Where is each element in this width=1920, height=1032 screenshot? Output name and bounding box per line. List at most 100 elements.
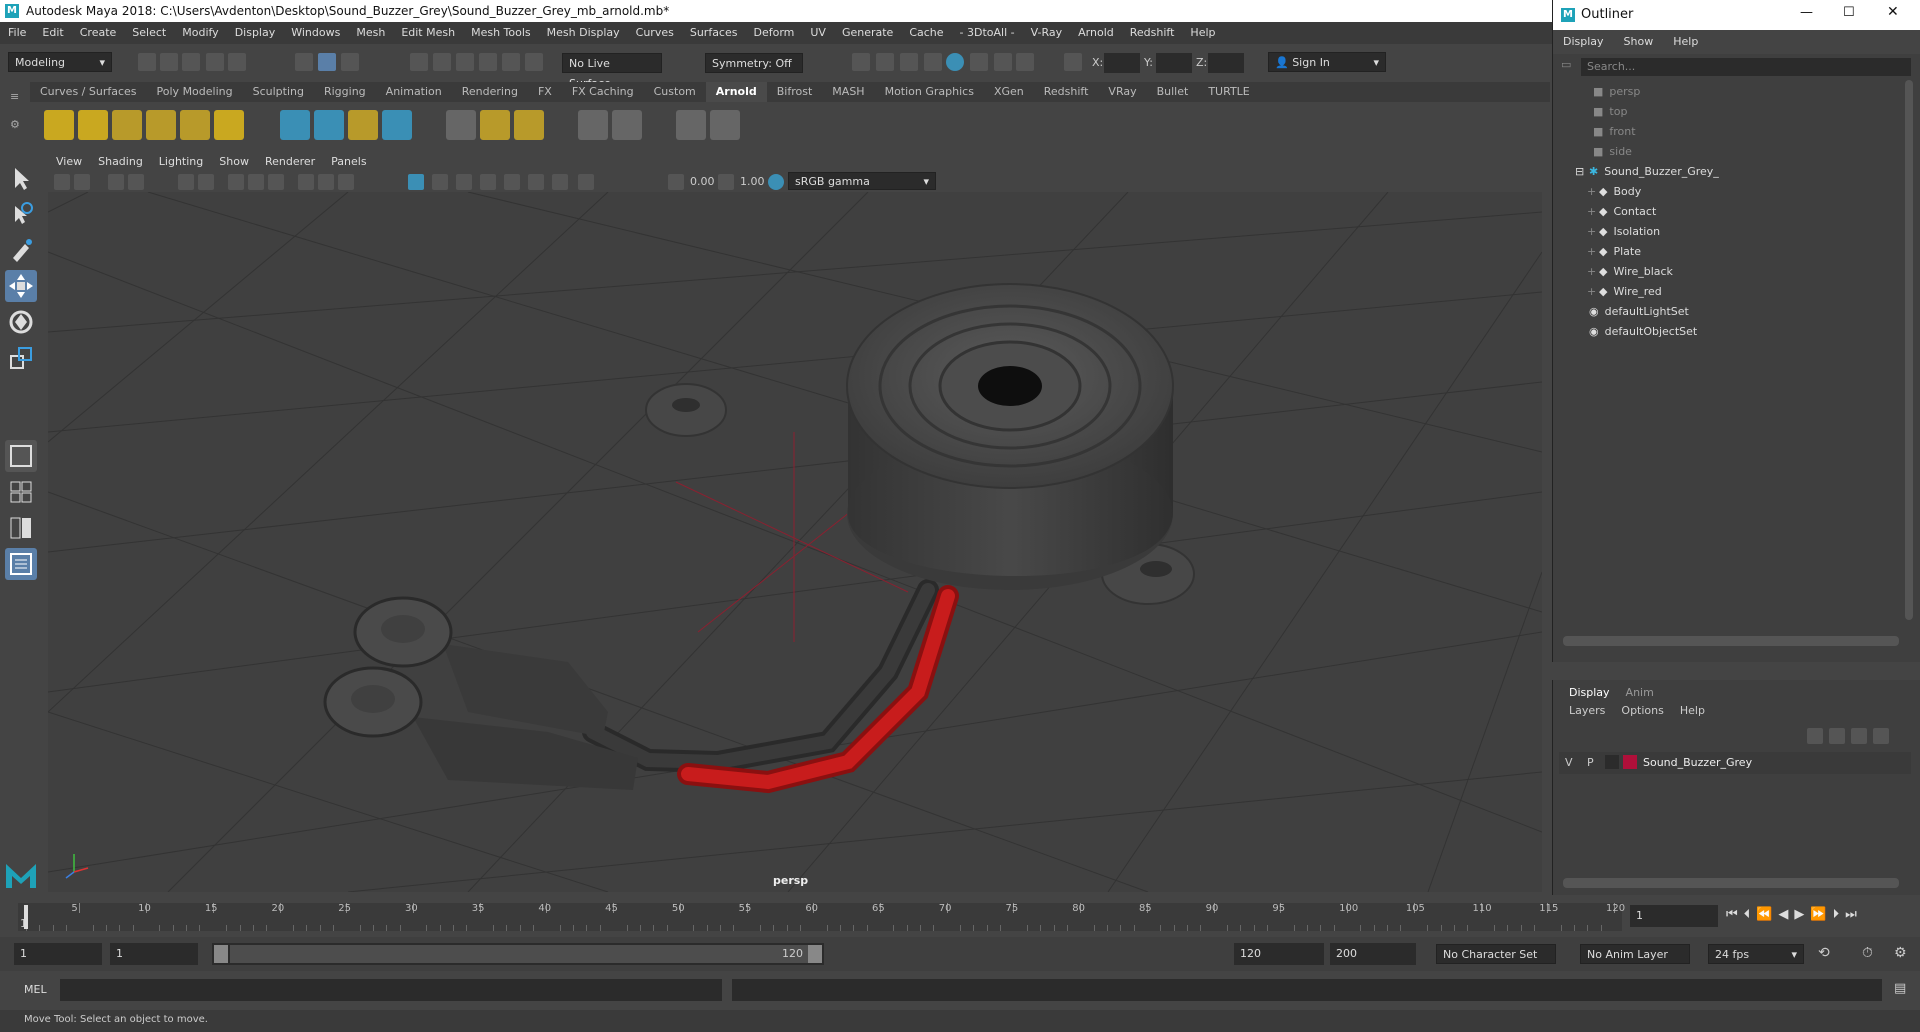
move-tool-icon[interactable] (5, 270, 37, 302)
playback-start-field[interactable]: 1 (110, 943, 198, 965)
arnold-curve-collector-icon[interactable] (348, 110, 378, 140)
step-back-frame-icon[interactable]: ⏴ (1744, 907, 1751, 922)
wireframe-on-shaded-icon[interactable] (268, 174, 284, 190)
shelf-menu-icon[interactable]: ≡ (10, 90, 19, 103)
sign-in-button[interactable]: 👤 Sign In ▾ (1268, 52, 1386, 72)
character-set-dropdown[interactable]: No Character Set (1436, 944, 1556, 964)
ambient-occlusion-icon[interactable] (456, 174, 472, 190)
new-scene-icon[interactable] (138, 53, 156, 71)
render-view-icon[interactable] (852, 53, 870, 71)
snap-surface-icon[interactable] (502, 53, 520, 71)
snap-grid-icon[interactable] (410, 53, 428, 71)
shelf-tab-redshift[interactable]: Redshift (1034, 82, 1099, 102)
outliner-menu-help[interactable]: Help (1663, 30, 1708, 54)
menu-cache[interactable]: Cache (901, 22, 951, 44)
menu-arnold[interactable]: Arnold (1070, 22, 1122, 44)
menu-select[interactable]: Select (124, 22, 174, 44)
layer-h-scrollbar[interactable] (1563, 878, 1899, 888)
layer-playback-toggle[interactable]: P (1587, 756, 1594, 769)
save-scene-icon[interactable] (182, 53, 200, 71)
layers-menu[interactable]: Layers (1561, 704, 1613, 717)
xray-active-icon[interactable] (578, 174, 594, 190)
shelf-tab-arnold[interactable]: Arnold (705, 82, 767, 102)
outliner-item-side[interactable]: ■ side (1593, 142, 1632, 162)
scene-start-field[interactable]: 1 (14, 943, 102, 965)
expand-icon[interactable]: + (1587, 182, 1596, 202)
shelf-tab-custom[interactable]: Custom (644, 82, 706, 102)
shelf-tab-fx[interactable]: FX (528, 82, 562, 102)
step-forward-frame-icon[interactable]: ⏵ (1833, 907, 1840, 922)
shelf-tab-animation[interactable]: Animation (376, 82, 452, 102)
arnold-mesh-light-icon[interactable] (112, 110, 142, 140)
menu-file[interactable]: File (0, 22, 34, 44)
menu-v-ray[interactable]: V-Ray (1023, 22, 1071, 44)
layer-type-toggle[interactable] (1605, 755, 1619, 769)
anti-aliasing-icon[interactable] (504, 174, 520, 190)
shelf-gear-icon[interactable]: ⚙ (10, 118, 20, 131)
menu-modify[interactable]: Modify (174, 22, 226, 44)
help-menu[interactable]: Help (1672, 704, 1713, 717)
shelf-tab-rigging[interactable]: Rigging (314, 82, 376, 102)
four-pane-layout-icon[interactable] (5, 476, 37, 508)
color-space-dropdown[interactable]: sRGB gamma ▾ (788, 172, 936, 190)
minimize-icon[interactable]: — (1800, 5, 1813, 20)
motion-blur-icon[interactable] (480, 174, 496, 190)
step-forward-key-icon[interactable]: ⏩ (1810, 907, 1826, 922)
play-backward-icon[interactable]: ◀ (1778, 907, 1788, 922)
transform-mode-icon[interactable] (1064, 53, 1082, 71)
outliner-item-wire-red[interactable]: ◆ Wire_red (1599, 282, 1662, 302)
shelf-tab-bifrost[interactable]: Bifrost (767, 82, 823, 102)
move-layer-up-icon[interactable] (1807, 728, 1823, 744)
anim-prefs-icon[interactable]: ⚙ (1894, 945, 1907, 961)
y-field[interactable] (1156, 53, 1192, 73)
select-by-component-icon[interactable] (341, 53, 359, 71)
move-layer-down-icon[interactable] (1829, 728, 1845, 744)
maximize-icon[interactable]: ☐ (1843, 5, 1855, 20)
render-settings-icon[interactable] (924, 53, 942, 71)
go-to-start-icon[interactable]: ⏮ (1726, 907, 1738, 922)
menu-deform[interactable]: Deform (745, 22, 802, 44)
outliner-layout-icon[interactable] (5, 548, 37, 580)
arnold-export-standin-icon[interactable] (314, 110, 344, 140)
shelf-tab-curves-surfaces[interactable]: Curves / Surfaces (30, 82, 147, 102)
arnold-standin-icon[interactable] (280, 110, 310, 140)
auto-key-icon[interactable]: ⏱ (1862, 945, 1873, 961)
z-field[interactable] (1208, 53, 1244, 73)
mel-label[interactable]: MEL (24, 983, 47, 996)
arnold-light-portal-icon[interactable] (180, 110, 210, 140)
layer-row[interactable]: V P Sound_Buzzer_Grey (1559, 752, 1911, 774)
viewport-menu-panels[interactable]: Panels (323, 152, 374, 172)
shelf-tab-vray[interactable]: VRay (1098, 82, 1146, 102)
shelf-tab-fx-caching[interactable]: FX Caching (562, 82, 644, 102)
select-by-object-icon[interactable] (318, 53, 336, 71)
viewport-menu-view[interactable]: View (48, 152, 90, 172)
select-by-hierarchy-icon[interactable] (295, 53, 313, 71)
grid-toggle-icon[interactable] (178, 174, 194, 190)
x-field[interactable] (1104, 53, 1140, 73)
shelf-tab-turtle[interactable]: TURTLE (1198, 82, 1259, 102)
outliner-item-defaultLightSet[interactable]: ◉ defaultLightSet (1589, 302, 1689, 322)
snap-view-icon[interactable] (479, 53, 497, 71)
smooth-shade-icon[interactable] (248, 174, 264, 190)
color-management-icon[interactable] (768, 174, 784, 190)
live-surface-field[interactable]: No Live Surface (562, 53, 662, 90)
shaded-mode-icon[interactable] (408, 174, 424, 190)
outliner-item-contact[interactable]: ◆ Contact (1599, 202, 1656, 222)
viewport-menu-show[interactable]: Show (211, 152, 257, 172)
outliner-v-scrollbar[interactable] (1905, 80, 1913, 620)
outliner-menu-show[interactable]: Show (1614, 30, 1664, 54)
outliner-item-wire-black[interactable]: ◆ Wire_black (1599, 262, 1673, 282)
menu-edit-mesh[interactable]: Edit Mesh (393, 22, 463, 44)
shelf-tab-mash[interactable]: MASH (822, 82, 874, 102)
menu-create[interactable]: Create (72, 22, 125, 44)
arnold-skydome-light-icon[interactable] (44, 110, 74, 140)
outliner-item-isolation[interactable]: ◆ Isolation (1599, 222, 1660, 242)
arnold-render-view-icon[interactable] (676, 110, 706, 140)
shelf-tab-sculpting[interactable]: Sculpting (243, 82, 314, 102)
play-forward-icon[interactable]: ▶ (1794, 907, 1804, 922)
shelf-tab-rendering[interactable]: Rendering (452, 82, 528, 102)
expand-collapse-icon[interactable]: ⊟ (1575, 162, 1584, 182)
shelf-tab-poly-modeling[interactable]: Poly Modeling (147, 82, 243, 102)
menu-redshift[interactable]: Redshift (1122, 22, 1183, 44)
perspective-viewport[interactable]: persp (48, 192, 1542, 892)
